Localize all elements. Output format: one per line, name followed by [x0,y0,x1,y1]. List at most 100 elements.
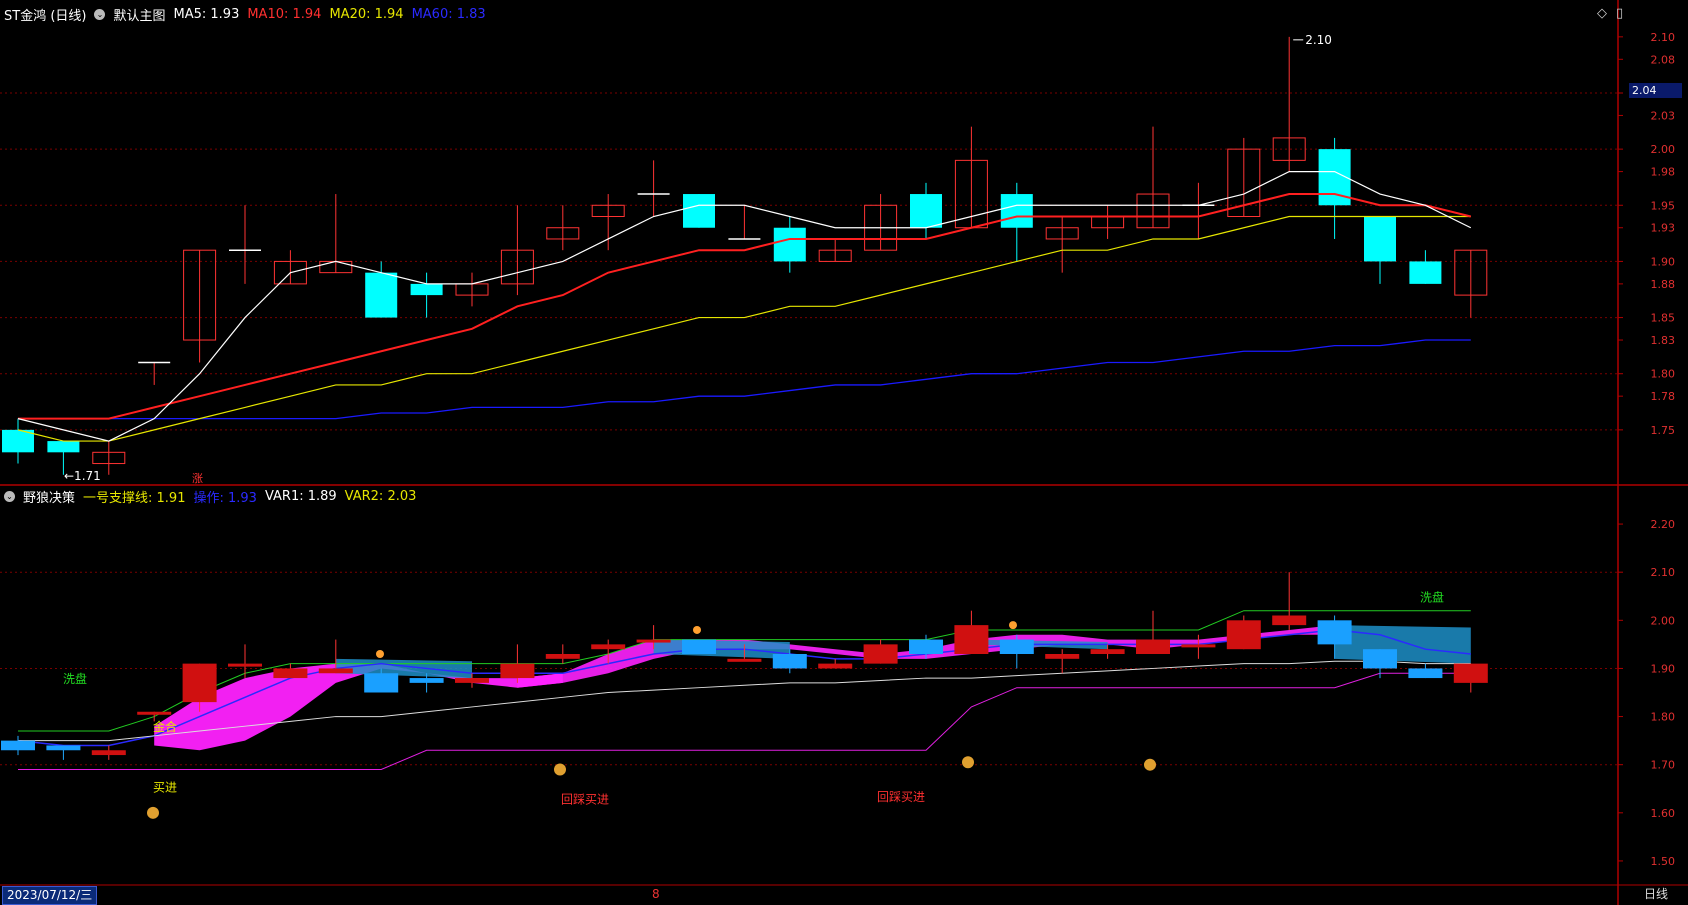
axis-label-main: 1.85 [1651,312,1676,325]
sub-candle-body [999,639,1034,654]
candle [637,160,670,217]
sub-candle-body [954,625,989,654]
sub-candle-body [1136,639,1170,654]
sub-candle-body [455,678,489,683]
candle-body [910,194,942,228]
axis-label-main: 1.80 [1651,368,1676,381]
candle-body [1000,194,1033,228]
axis-label-main: 2.10 [1651,31,1676,44]
candle [954,126,988,229]
candle [1272,36,1306,172]
sub-candle-body [545,654,580,659]
ma5-label: MA5: 1.93 [173,7,240,22]
op-label: 操作: 1.93 [193,491,257,506]
candle [773,216,806,273]
period-label[interactable]: 日线 [1644,886,1668,903]
axis-label-sub: 1.50 [1651,855,1676,868]
sub-candle-body [1272,615,1307,626]
indicator-name[interactable]: 野狼决策 [23,487,75,506]
sub-candle-body [727,658,762,662]
sub-candle-body [1181,644,1216,648]
ma60-label: MA60: 1.83 [411,7,486,22]
candle [1409,250,1442,284]
golden-cross-label: 金合 [153,719,177,734]
rise-marker: 涨 [192,472,203,485]
template-name[interactable]: 默认主图 [113,5,165,24]
candle [1454,249,1488,318]
candle-body [773,227,806,262]
axis-label-main: 1.93 [1651,222,1676,235]
sub-candle-body [91,750,126,756]
axis-label-main: 1.78 [1651,390,1676,403]
candle [818,238,852,262]
sub-candle-body [409,678,444,683]
var2-label: VAR2: 2.03 [344,489,417,504]
pullback-buy-label: 回踩买进 [877,790,925,804]
sub-candle-body [1453,663,1488,683]
axis-label-sub: 1.70 [1651,759,1676,772]
candle [728,205,761,240]
candle-body [410,283,443,296]
candle [1182,182,1215,239]
axis-label-main: 2.08 [1651,53,1676,66]
support-label: 一号支撑线: 1.91 [83,491,186,506]
sub-candle-body [636,639,671,643]
teal-ribbon [1334,625,1471,664]
money-bag-icon [1144,758,1156,771]
sub-candle-body [137,711,172,715]
wash-label: 洗盘 [1420,589,1444,604]
candle-body [365,272,398,318]
axis-label-sub: 2.20 [1651,518,1676,531]
sub-candle-body [1090,649,1125,654]
candle [2,418,34,464]
candle-body [683,194,715,228]
wash-label: 洗盘 [63,671,87,686]
axis-label-main: 2.03 [1651,109,1676,122]
axis-label-main: 1.90 [1651,255,1676,268]
ma10-label: MA10: 1.94 [247,7,322,22]
axis-label-sub: 2.10 [1651,566,1676,579]
sub-candle-body [1363,649,1397,669]
runner-icon [693,625,701,634]
sub-candle-body [46,745,81,751]
sub-candle-body [863,644,898,664]
candle [410,272,443,318]
cursor-date: 2023/07/12/三 [2,886,98,905]
axis-label-sub: 2.00 [1651,614,1676,627]
axis-label-main: 1.83 [1651,334,1676,347]
ma20-label: MA20: 1.94 [329,7,404,22]
candle-body [47,441,80,453]
candle [273,250,307,285]
candle [864,194,898,251]
sub-candle-body [909,639,943,654]
low-price-label: ←1.71 [64,469,101,483]
ma60-line [18,339,1471,420]
candle [183,249,217,363]
chevron-down-icon[interactable]: ⌄ [4,491,15,502]
time-marker: 8 [652,887,660,901]
axis-label-main: 1.95 [1651,199,1676,212]
diamond-icon[interactable]: ◇ [1597,6,1607,21]
candle [1000,182,1033,262]
sub-candle-body [228,663,262,667]
candle [1045,216,1079,273]
sub-candle-body [318,668,353,674]
axis-label-sub: 1.80 [1651,711,1676,724]
chevron-down-icon[interactable]: ⌄ [94,9,106,20]
candle [1318,137,1351,239]
chart-canvas[interactable]: 2.102.082.052.032.001.981.951.931.901.88… [0,0,1688,905]
candle [455,272,489,307]
symbol-title[interactable]: ST金鸿 (日线) [4,5,86,24]
sub-candle-body [364,673,399,693]
candle [683,194,715,228]
candle [1364,216,1396,284]
window-icon[interactable]: ▯ [1616,6,1623,21]
sub-candle-body [273,668,308,679]
sub-candle-body [182,663,217,703]
candle-body [1364,216,1396,262]
stock-chart-window: 2.102.082.052.032.001.981.951.931.901.88… [0,0,1688,905]
axis-label-main: 1.75 [1651,424,1676,437]
money-bag-icon [554,763,566,776]
axis-label-main: 1.98 [1651,166,1676,179]
sub-candle-body [1317,620,1352,645]
